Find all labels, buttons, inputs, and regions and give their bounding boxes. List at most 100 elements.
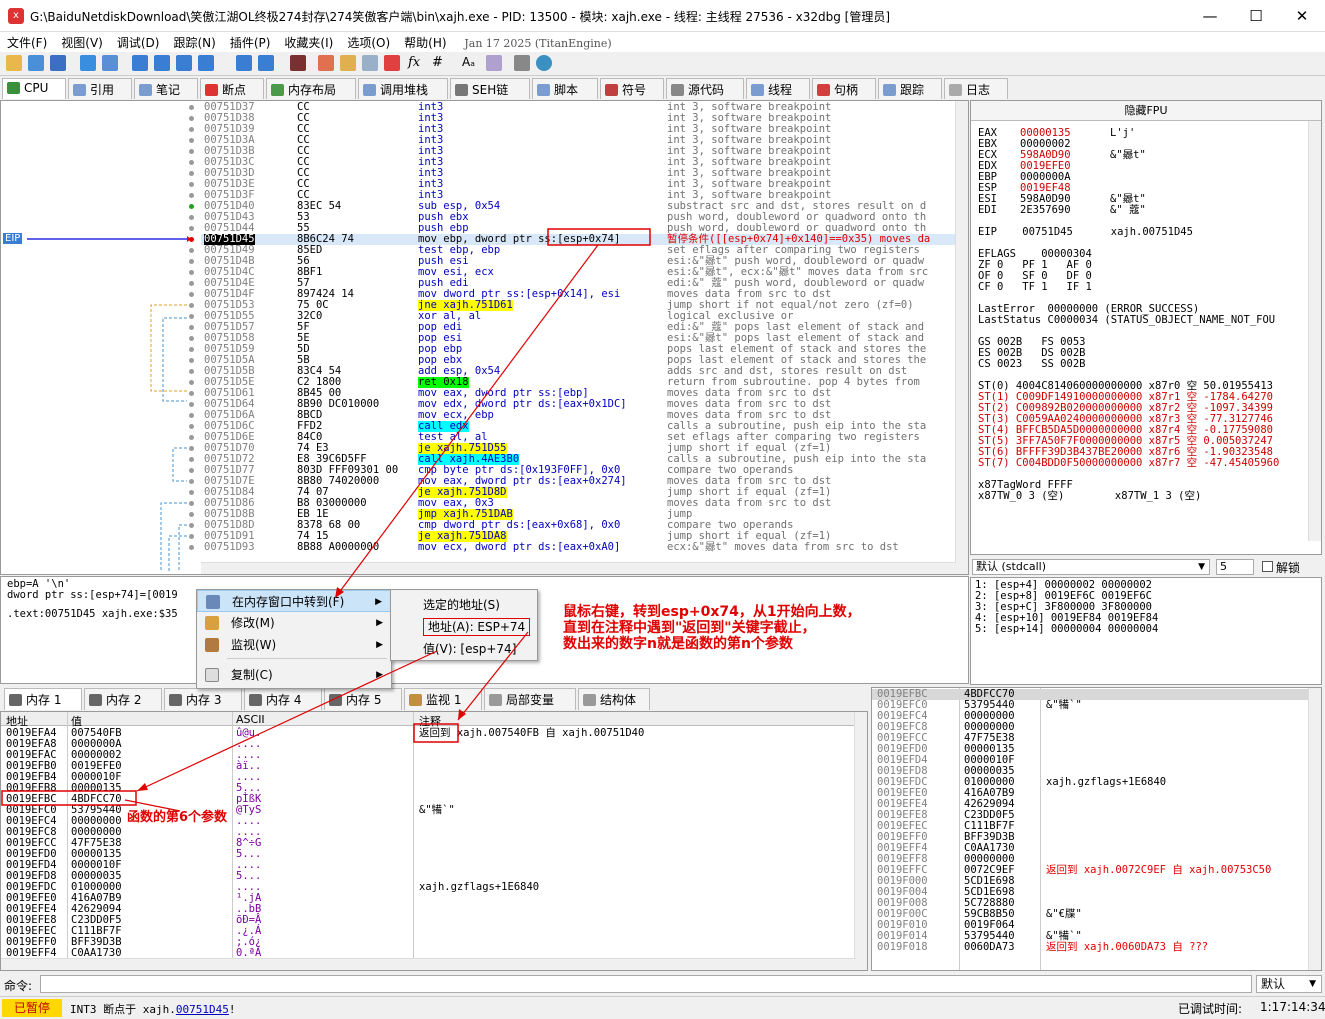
trace-into-icon[interactable]	[176, 55, 192, 71]
dump-row[interactable]: 0019EFB0 0019EFE0 àï..	[1, 761, 856, 772]
flags-row[interactable]: CF 0 TF 1 IF 1	[978, 282, 1308, 293]
breakpoint-dot[interactable]	[189, 105, 194, 110]
unlock-checkbox[interactable]	[1262, 561, 1273, 572]
stack-row[interactable]: 0019EFE8 C23DD0F5	[872, 810, 1310, 821]
tab-trace[interactable]: 跟踪	[878, 78, 942, 99]
breakpoint-dot[interactable]	[189, 149, 194, 154]
stack-row[interactable]: 0019F000 5CD1E698	[872, 876, 1310, 887]
breakpoint-dot[interactable]	[189, 204, 194, 209]
step-into-icon[interactable]	[132, 55, 148, 71]
execute-till-return-icon[interactable]	[236, 55, 252, 71]
breakpoint-dot[interactable]	[189, 424, 194, 429]
stack-row[interactable]: 0019F018 0060DA73 返回到 xajh.0060DA73 自 ???	[872, 942, 1310, 953]
menu-plugins[interactable]: 插件(P)	[223, 32, 278, 53]
hide-fpu-button[interactable]: 隐藏FPU	[971, 101, 1321, 121]
hash-icon[interactable]: #	[432, 55, 448, 71]
calculator-icon[interactable]	[514, 55, 530, 71]
register-view[interactable]: 隐藏FPU EAX 00000135 L'j' EBX 00000002 ECX 598A0…	[970, 100, 1322, 555]
menu-follow-in-dump[interactable]: 在内存窗口中转到(F) ▶	[197, 590, 391, 612]
breakpoint-dot[interactable]	[189, 215, 194, 220]
menu-copy[interactable]: 复制(C) ▶	[197, 664, 391, 686]
stack-row[interactable]: 0019EFEC C111BF7F	[872, 821, 1310, 832]
step-over-icon[interactable]	[154, 55, 170, 71]
breakpoint-dot[interactable]	[189, 226, 194, 231]
disasm-row[interactable]: 00751D3A CC int3 int 3, software breakpoint	[201, 135, 956, 146]
status-address-link[interactable]: 00751D45	[176, 1003, 229, 1016]
laststatus[interactable]: LastStatus C0000034 (STATUS_OBJECT_NAME_…	[978, 315, 1308, 326]
breakpoint-dot[interactable]	[189, 292, 194, 297]
stack-row[interactable]: 0019EFC0 53795440 &"犕`"	[872, 700, 1310, 711]
tab-dump-3[interactable]: 内存 3	[164, 688, 242, 710]
breakpoint-dot[interactable]	[189, 237, 194, 242]
menu-modify[interactable]: 修改(M) ▶	[197, 612, 391, 634]
menu-help[interactable]: 帮助(H)	[397, 32, 453, 53]
disassembly-hscroll[interactable]	[201, 562, 956, 574]
tab-memory-map[interactable]: 内存布局	[266, 78, 356, 99]
submenu-selected-address[interactable]: 选定的地址(S)	[391, 594, 537, 616]
menu-favourites[interactable]: 收藏夹(I)	[277, 32, 340, 53]
tab-dump-2[interactable]: 内存 2	[84, 688, 162, 710]
argument-row[interactable]: 5: [esp+14] 00000004 00000004	[975, 624, 1317, 635]
dump-row[interactable]: 0019EFA8 0000000A....	[1, 739, 856, 750]
breakpoint-dot[interactable]	[189, 446, 194, 451]
command-input[interactable]	[40, 975, 1252, 993]
segment-row[interactable]: CS 0023 SS 002B	[978, 359, 1308, 370]
callconv-select[interactable]: 默认 (stdcall) ▼	[972, 559, 1210, 575]
stack-row[interactable]: 0019EFCC 47F75E38	[872, 733, 1310, 744]
stack-vscroll[interactable]	[1308, 688, 1321, 970]
breakpoint-dot[interactable]	[189, 314, 194, 319]
tab-call-stack[interactable]: 调用堆栈	[358, 78, 448, 99]
stack-row[interactable]: 0019EFC4 00000000	[872, 711, 1310, 722]
breakpoint-dot[interactable]	[189, 160, 194, 165]
submenu-address[interactable]: 地址(A): ESP+74	[391, 616, 537, 638]
tab-log[interactable]: 日志	[944, 78, 1008, 99]
run-icon[interactable]	[80, 55, 96, 71]
stack-row[interactable]: 0019EFE0 416A07B9	[872, 788, 1310, 799]
disassembly-vscroll[interactable]	[955, 101, 968, 574]
dump-row[interactable]: 0019EFEC C111BF7F .¿.Á	[1, 926, 856, 937]
label-icon[interactable]	[362, 55, 378, 71]
breakpoint-dot[interactable]	[189, 369, 194, 374]
arg-count-stepper[interactable]: 5	[1216, 559, 1254, 575]
stack-row[interactable]: 0019EFC8 00000000	[872, 722, 1310, 733]
breakpoint-dot[interactable]	[189, 303, 194, 308]
breakpoint-dot[interactable]	[189, 116, 194, 121]
disasm-row[interactable]: 00751D39 CC int3 int 3, software breakpoint	[201, 124, 956, 135]
tab-breakpoints[interactable]: 断点	[200, 78, 264, 99]
breakpoint-dot[interactable]	[189, 193, 194, 198]
strings-icon[interactable]	[486, 55, 502, 71]
breakpoint-dot[interactable]	[189, 171, 194, 176]
dump-row[interactable]: 0019EFE4 42629094 ..bB	[1, 904, 856, 915]
menu-debug[interactable]: 调试(D)	[110, 32, 167, 53]
tab-handles[interactable]: 句柄	[812, 78, 876, 99]
stack-row[interactable]: 0019EFF4 C0AA1730	[872, 843, 1310, 854]
breakpoint-dot[interactable]	[189, 248, 194, 253]
trace-over-icon[interactable]	[198, 55, 214, 71]
menu-trace[interactable]: 跟踪(N)	[166, 32, 222, 53]
tab-dump-4[interactable]: 内存 4	[244, 688, 322, 710]
bookmark-icon[interactable]	[384, 55, 400, 71]
menu-watch[interactable]: 监视(W) ▶	[197, 634, 391, 656]
menu-view[interactable]: 视图(V)	[54, 32, 110, 53]
disasm-row[interactable]: 00751D3B CC int3 int 3, software breakpoint	[201, 146, 956, 157]
run-to-user-code-icon[interactable]	[258, 55, 274, 71]
disasm-row[interactable]: 00751D37 CC int3 int 3, software breakpoint	[201, 102, 956, 113]
arguments-view[interactable]: 1: [esp+4] 00000002 00000002 2: [esp+8] 0…	[970, 577, 1322, 685]
breakpoint-dot[interactable]	[189, 435, 194, 440]
disasm-row[interactable]: 00751D38 CC int3 int 3, software breakpoint	[201, 113, 956, 124]
breakpoint-dot[interactable]	[189, 127, 194, 132]
tab-references[interactable]: 引用	[68, 78, 132, 99]
dump-row[interactable]: 0019EFB4 0000010F....	[1, 772, 856, 783]
breakpoint-dot[interactable]	[189, 413, 194, 418]
maximize-button[interactable]: ☐	[1233, 0, 1279, 32]
dump-row[interactable]: 0019EFE0 416A07B9 ¹.jA	[1, 893, 856, 904]
breakpoint-dot[interactable]	[189, 545, 194, 550]
font-icon[interactable]: Aₐ	[462, 55, 478, 71]
tab-seh-chain[interactable]: SEH链	[450, 78, 530, 99]
tab-symbols[interactable]: 符号	[600, 78, 664, 99]
breakpoint-dot[interactable]	[189, 281, 194, 286]
patch-icon[interactable]	[318, 55, 334, 71]
tagword-row[interactable]: x87TW_0 3 (空) x87TW_1 3 (空)	[978, 491, 1308, 502]
close-button[interactable]: ✕	[1279, 0, 1325, 32]
menu-options[interactable]: 选项(O)	[340, 32, 397, 53]
